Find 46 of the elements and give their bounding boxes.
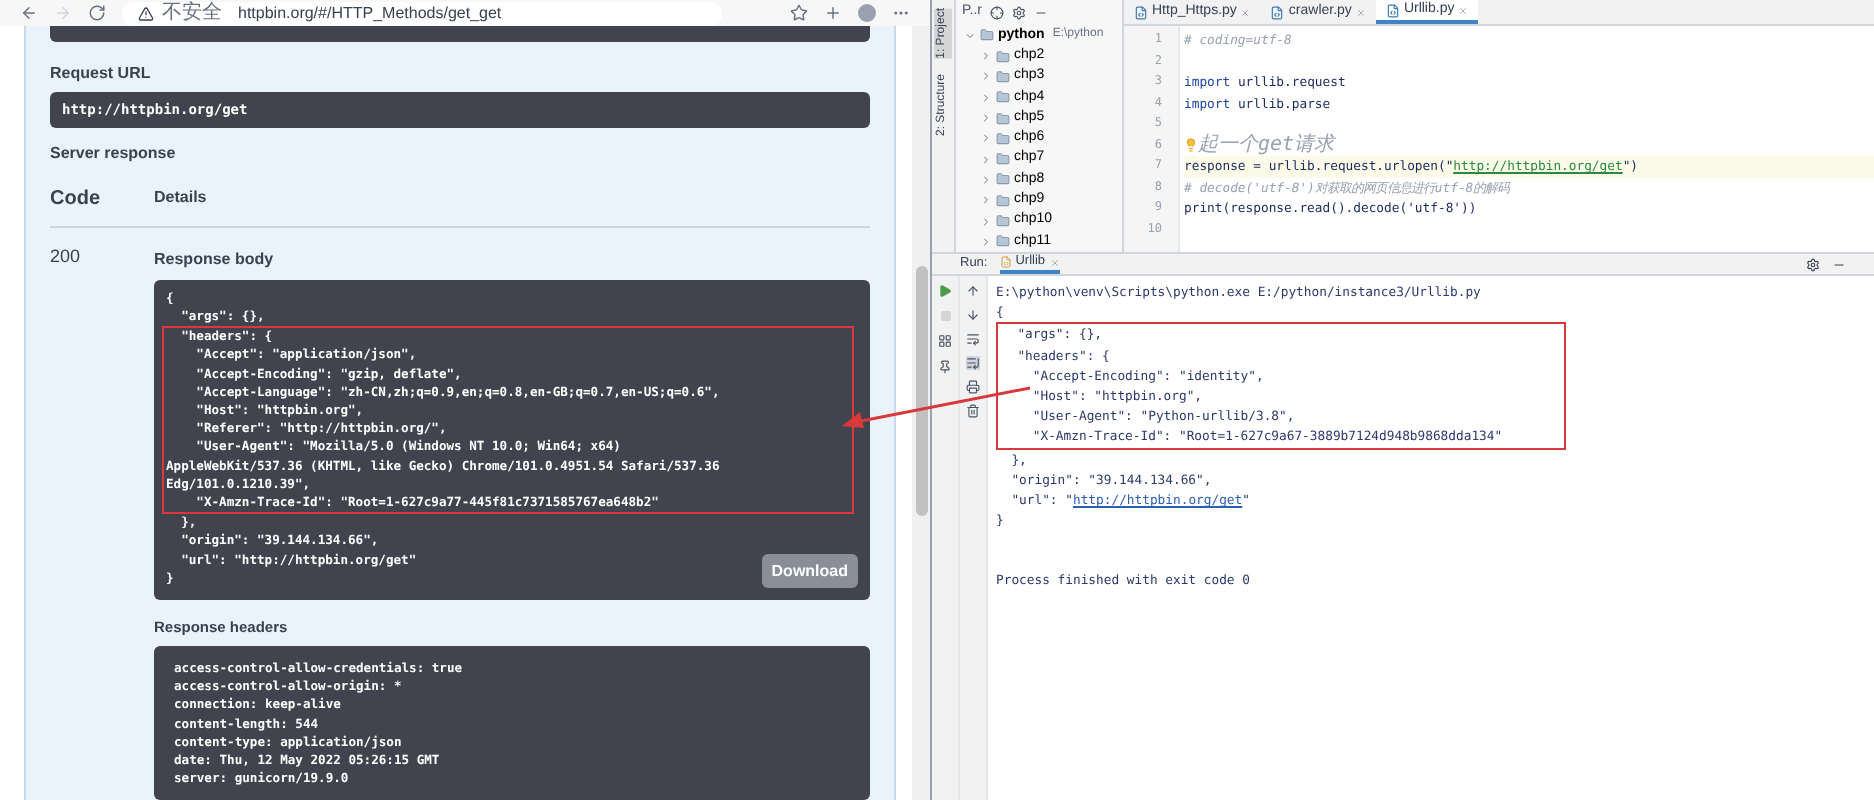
column-header: Code (50, 185, 102, 214)
address-text: httpbin.org/#/HTTP_Methods/get_get (238, 5, 502, 21)
wrap-icon[interactable] (966, 332, 980, 346)
expand-caret-icon (964, 29, 976, 42)
python-file-icon (1385, 3, 1400, 17)
folder-icon (996, 172, 1010, 187)
scrollbar-thumb[interactable] (915, 266, 927, 516)
folder-icon (996, 69, 1010, 84)
warning-icon (138, 5, 154, 21)
folder-icon (996, 90, 1010, 105)
favorite-icon[interactable] (790, 4, 808, 22)
layout-icon[interactable] (938, 334, 952, 348)
folder-icon (996, 131, 1010, 146)
status-code: 200 (50, 243, 83, 270)
back-icon[interactable] (20, 4, 38, 22)
print-icon[interactable] (966, 380, 980, 394)
settings-icon[interactable] (1012, 5, 1026, 20)
trash-icon[interactable] (966, 404, 980, 418)
folder-icon (996, 111, 1010, 126)
locate-icon[interactable] (990, 5, 1004, 20)
scroll-end-icon[interactable] (966, 356, 980, 370)
up-arrow-icon[interactable] (966, 284, 980, 298)
folder-icon (996, 234, 1010, 249)
column-header: Details (154, 186, 207, 211)
folder-icon (996, 152, 1010, 167)
folder-icon (980, 28, 994, 43)
run-icon[interactable] (938, 284, 952, 298)
folder-icon (996, 193, 1010, 208)
settings-icon[interactable] (1806, 257, 1820, 271)
python-file-icon (1134, 5, 1148, 19)
add-icon[interactable] (824, 4, 842, 22)
folder-icon (996, 214, 1010, 229)
down-arrow-icon[interactable] (966, 308, 980, 322)
security-label: 不安全 (162, 3, 222, 23)
lightbulb-icon[interactable] (1184, 138, 1198, 153)
section-label: Server response (50, 141, 178, 166)
address-bar[interactable]: 不安全 httpbin.org/#/HTTP_Methods/get_get (122, 1, 722, 25)
folder-icon (996, 49, 1010, 64)
profile-avatar[interactable] (858, 4, 876, 22)
pin-icon[interactable] (938, 360, 952, 374)
code-comment: 起一个get请求 (1198, 135, 1335, 156)
section-label: Response body (154, 247, 276, 272)
refresh-icon[interactable] (88, 4, 106, 22)
section-label: Request URL (50, 62, 153, 87)
python-file-icon (1270, 5, 1285, 19)
python-file-icon (999, 256, 1012, 268)
